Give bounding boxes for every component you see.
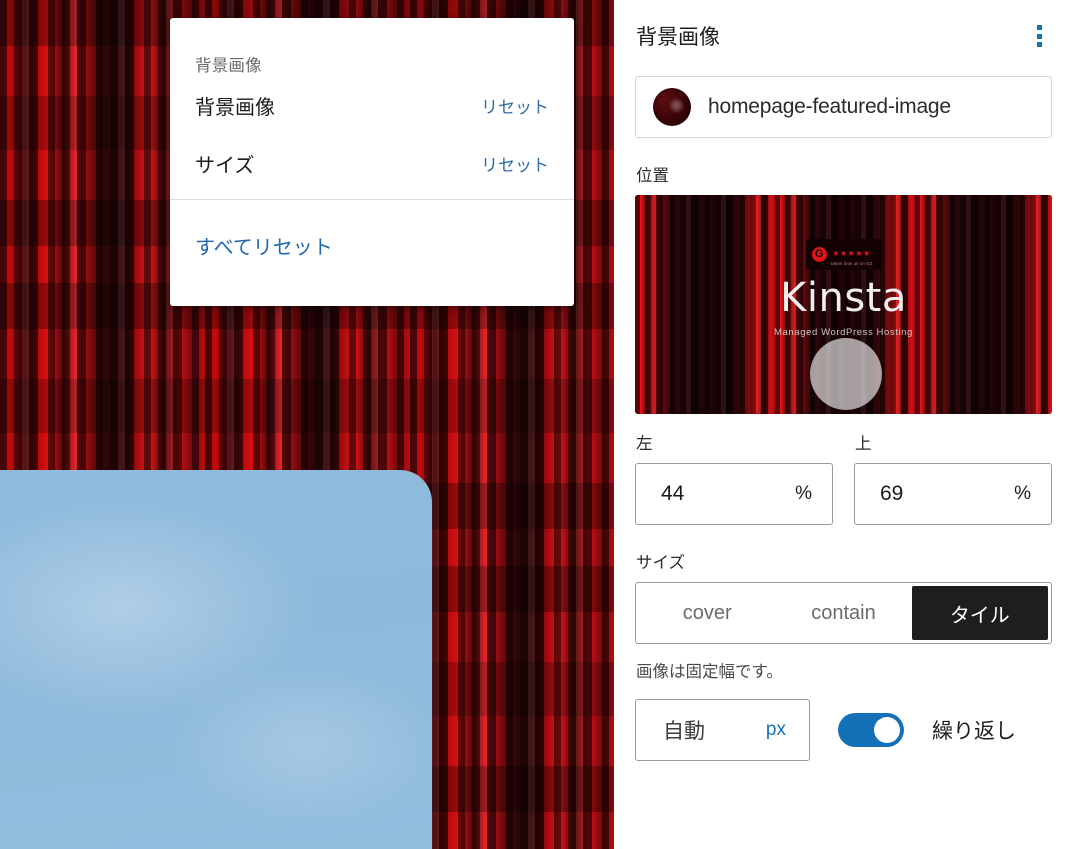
coordinate-input-top[interactable]: 69 % [854,463,1052,525]
brand-tagline: Managed WordPress Hosting [774,327,913,338]
position-label: 位置 [636,167,669,185]
coordinate-inputs: 左 44 % 上 69 % [635,430,1052,525]
size-option-contain[interactable]: contain [775,586,911,640]
reset-dropdown-menu[interactable]: 背景画像 背景画像 リセット サイズ リセット すべてリセット [170,18,574,306]
star-rating-icon: ★★★★★ [832,249,871,258]
coordinate-label-top: 上 [855,435,872,453]
screen-root: 背景画像 背景画像 リセット サイズ リセット すべてリセット 背景画像 hom… [0,0,1073,849]
coordinate-group-left: 左 44 % [635,430,833,525]
kebab-dot [1036,25,1042,30]
g2-logo-icon: G [811,247,827,262]
sidebar-header: 背景画像 [635,0,1052,56]
size-hint-text: 画像は固定幅です。 [636,663,783,681]
g2-badge: G ★★★★★ Users love us on G2 [805,239,882,270]
size-segmented-control[interactable]: cover contain タイル [635,582,1052,644]
repeat-label: 繰り返し [932,720,1016,743]
reset-link-background-image[interactable]: リセット [481,93,549,118]
repeat-toggle[interactable] [838,713,904,747]
size-option-cover[interactable]: cover [639,586,775,640]
coordinate-label-left: 左 [636,435,653,453]
coordinate-unit-top: % [1014,483,1031,504]
g2-badge-text: ★★★★★ Users love us on G2 [831,243,873,266]
coordinate-group-top: 上 69 % [854,430,1052,525]
coordinate-input-left[interactable]: 44 % [635,463,833,525]
coordinate-value-left[interactable]: 44 [661,482,684,506]
reset-menu-item-label: サイズ [195,154,255,177]
reset-menu-heading: 背景画像 [195,57,262,75]
kebab-dot [1036,42,1042,47]
reset-all-button[interactable]: すべてリセット [170,200,574,260]
width-and-repeat-row: 自動 px 繰り返し [635,699,1052,761]
width-input[interactable]: 自動 px [635,699,810,761]
brand-wordmark: Kinsta [780,275,907,321]
settings-sidebar: 背景画像 homepage-featured-image 位置 G ★★★★★ … [614,0,1073,849]
reset-menu-item-size[interactable]: サイズ リセット [170,134,574,192]
toggle-knob [874,717,900,743]
g2-badge-caption: Users love us on G2 [830,261,873,266]
image-thumbnail [653,88,691,126]
reset-link-size[interactable]: リセット [481,151,549,176]
width-value[interactable]: 自動 [663,715,705,745]
size-option-tile[interactable]: タイル [911,586,1048,640]
kebab-dot [1036,33,1042,39]
position-handle[interactable] [810,338,882,410]
position-preview[interactable]: G ★★★★★ Users love us on G2 Kinsta Manag… [635,195,1052,414]
size-label: サイズ [636,554,686,572]
width-unit[interactable]: px [766,719,786,741]
reset-menu-item-background-image[interactable]: 背景画像 リセット [170,76,574,134]
page-title: 背景画像 [636,26,720,49]
coordinate-value-top[interactable]: 69 [880,482,903,506]
coordinate-unit-left: % [795,483,812,504]
media-chip[interactable]: homepage-featured-image [635,76,1052,138]
reset-menu-item-label: 背景画像 [195,96,275,119]
more-vertical-icon[interactable] [1026,21,1052,51]
preview-artwork: G ★★★★★ Users love us on G2 Kinsta Manag… [635,239,1052,338]
media-file-name: homepage-featured-image [708,95,951,118]
content-panel-sky [0,470,432,849]
